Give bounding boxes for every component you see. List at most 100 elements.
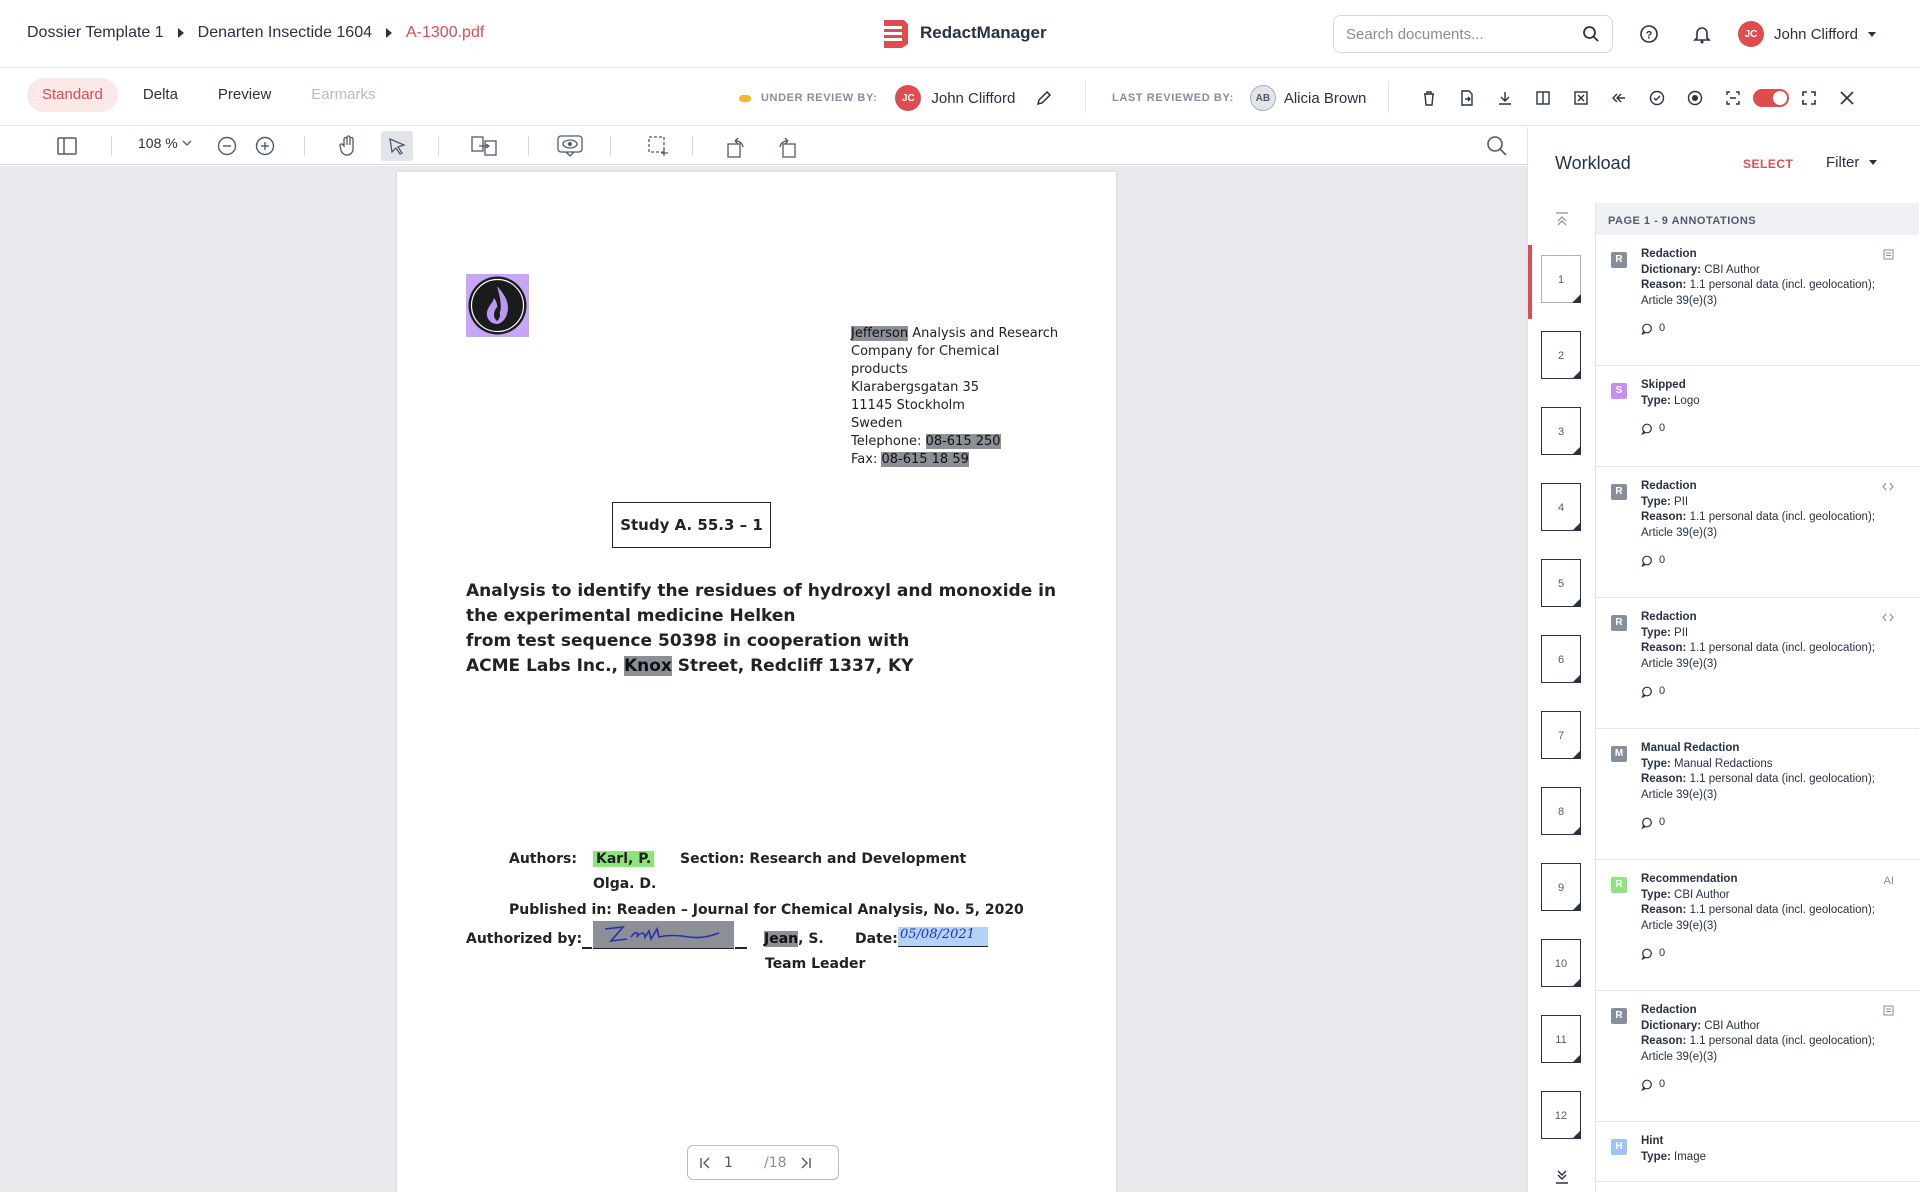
breadcrumb-file[interactable]: A-1300.pdf [406, 24, 484, 42]
export-file-icon[interactable] [1448, 86, 1486, 110]
breadcrumb-dossier-template[interactable]: Dossier Template 1 [27, 24, 164, 42]
page-number-input[interactable]: 1 [724, 1155, 764, 1171]
comments-count[interactable]: 0 [1641, 321, 1900, 337]
zoom-out-icon[interactable] [215, 131, 239, 161]
company-logo[interactable] [466, 274, 529, 337]
signature-redaction[interactable] [593, 921, 734, 949]
first-page-icon[interactable] [698, 1156, 712, 1170]
annotation-card[interactable]: S Skipped Type: Logo 0 [1596, 366, 1919, 467]
bell-icon[interactable] [1690, 22, 1714, 46]
area-select-icon[interactable] [645, 131, 671, 161]
document-toolbar: Standard Delta Preview Earmarks UNDER RE… [0, 69, 1919, 126]
annotation-reason: Reason: 1.1 personal data (incl. geoloca… [1641, 1035, 1875, 1063]
document-title: Analysis to identify the residues of hyd… [466, 579, 1056, 679]
undo-all-icon[interactable] [1600, 86, 1638, 110]
tab-preview[interactable]: Preview [203, 78, 286, 112]
signature-line [735, 947, 747, 949]
scan-icon[interactable] [1714, 86, 1752, 110]
annotation-card[interactable]: R Redaction Type: PII Reason: 1.1 personal … [1596, 467, 1919, 598]
recommendation-highlight[interactable]: Karl, P. [593, 851, 655, 867]
redaction-preview-toggle[interactable] [1752, 86, 1790, 110]
user-menu[interactable]: JC John Clifford [1738, 21, 1876, 47]
code-icon [1882, 481, 1894, 498]
rotate-right-icon[interactable] [774, 131, 800, 161]
help-icon[interactable]: ? [1637, 22, 1661, 46]
document-viewer[interactable]: Jefferson Analysis and Research Company … [0, 166, 1527, 1192]
tab-standard[interactable]: Standard [27, 78, 118, 112]
comments-count[interactable]: 0 [1641, 1077, 1900, 1093]
search-icon[interactable] [1582, 25, 1600, 43]
trash-icon[interactable] [1410, 86, 1448, 110]
comments-count[interactable]: 0 [1641, 421, 1900, 437]
page-thumbnail[interactable]: 9 [1541, 863, 1581, 911]
tab-delta[interactable]: Delta [128, 78, 193, 112]
select-button[interactable]: SELECT [1743, 157, 1793, 171]
page-thumbnail[interactable]: 5 [1541, 559, 1581, 607]
page-thumbnail[interactable]: 8 [1541, 787, 1581, 835]
sidebar-toggle-icon[interactable] [54, 131, 80, 161]
pan-hand-icon[interactable] [335, 131, 361, 161]
pencil-icon[interactable] [1035, 89, 1053, 107]
zoom-select[interactable]: 108 % [138, 135, 192, 151]
comments-count[interactable]: 0 [1641, 684, 1900, 700]
fullscreen-icon[interactable] [1790, 86, 1828, 110]
page-thumbnail[interactable]: 7 [1541, 711, 1581, 759]
comments-count[interactable]: 0 [1641, 946, 1900, 962]
zoom-in-icon[interactable] [253, 131, 277, 161]
scroll-top-icon[interactable] [1554, 211, 1570, 227]
redaction-highlight[interactable]: Knox [623, 656, 672, 676]
dictionary-icon [1883, 1005, 1894, 1022]
record-icon[interactable] [1676, 86, 1714, 110]
rotate-left-icon[interactable] [723, 131, 749, 161]
annotation-card[interactable]: R Redaction Dictionary: CBI Author Reason: … [1596, 991, 1919, 1122]
search-document-icon[interactable] [1484, 131, 1510, 161]
annotation-card[interactable]: R Recommendation Type: CBI Author Reason: 1… [1596, 860, 1919, 991]
annotation-card[interactable]: R Redaction Dictionary: CBI Author Reason: … [1596, 235, 1919, 366]
comments-count[interactable]: 0 [1641, 553, 1900, 569]
breadcrumb-dossier[interactable]: Denarten Insectide 1604 [198, 24, 372, 42]
annotation-type: Type: PII [1641, 626, 1689, 639]
filter-button[interactable]: Filter [1826, 154, 1878, 171]
address-line: Klarabergsgatan 35 [851, 380, 980, 395]
approve-icon[interactable] [1638, 86, 1676, 110]
annotation-reason: Reason: 1.1 personal data (incl. geoloca… [1641, 773, 1875, 801]
redaction-highlight[interactable]: 08-615 250 [925, 434, 1001, 449]
page-thumbnail[interactable]: 10 [1541, 939, 1581, 987]
page-thumbnail[interactable]: 6 [1541, 635, 1581, 683]
annotation-card[interactable]: R Redaction Type: PII Reason: 1.1 personal … [1596, 598, 1919, 729]
page-thumbnail[interactable]: 4 [1541, 483, 1581, 531]
toggle-redaction-preview-icon[interactable] [556, 131, 584, 161]
brand-logo[interactable]: RedactManager [878, 16, 1047, 50]
page-thumbnail[interactable]: 11 [1541, 1015, 1581, 1063]
split-view-icon[interactable] [1524, 86, 1562, 110]
page-thumbnail[interactable]: 2 [1541, 331, 1581, 379]
annotation-card[interactable]: M Manual Redaction Type: Manual Redactions… [1596, 729, 1919, 860]
published-in: Published in: Readen – Journal for Chemi… [509, 902, 1024, 918]
scroll-bottom-icon[interactable] [1554, 1169, 1570, 1185]
download-icon[interactable] [1486, 86, 1524, 110]
comments-count[interactable]: 0 [1641, 815, 1900, 831]
last-page-icon[interactable] [799, 1156, 813, 1170]
page-thumbnail[interactable]: 3 [1541, 407, 1581, 455]
redaction-highlight[interactable]: Jefferson [851, 326, 909, 341]
search-input[interactable]: Search documents... [1333, 15, 1613, 53]
code-icon [1882, 612, 1894, 629]
redaction-highlight[interactable]: 08-615 18 59 [881, 452, 969, 467]
date-hint-highlight[interactable]: 05/08/2021 [898, 927, 988, 947]
exclude-pages-icon[interactable] [1562, 86, 1600, 110]
select-pointer-icon[interactable] [381, 131, 413, 161]
signature-icon [604, 925, 720, 943]
annotation-card[interactable]: H Hint Type: Image [1596, 1122, 1919, 1182]
viewer-toolbar: 108 % [0, 127, 1527, 165]
close-icon[interactable] [1828, 86, 1866, 110]
redaction-highlight[interactable]: Jean [764, 931, 799, 947]
page-thumbnail[interactable]: 12 [1541, 1091, 1581, 1139]
authorized-label: Authorized by: [466, 931, 583, 947]
annotation-type-badge: R [1611, 1008, 1627, 1024]
compare-icon[interactable] [470, 131, 498, 161]
section-text: Section: Research and Development [680, 851, 967, 867]
pdf-page[interactable]: Jefferson Analysis and Research Company … [397, 172, 1116, 1192]
annotation-type: Dictionary: CBI Author [1641, 263, 1760, 276]
workload-panel: Workload SELECT Filter 1 2 3 4 5 6 7 8 9… [1527, 127, 1919, 1192]
page-thumbnail[interactable]: 1 [1541, 255, 1581, 303]
